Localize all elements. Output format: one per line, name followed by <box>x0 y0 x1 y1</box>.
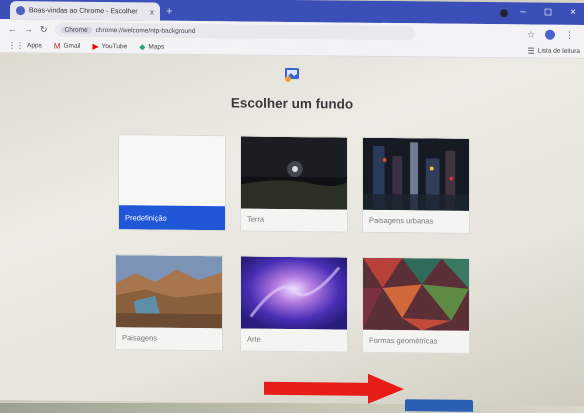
star-icon[interactable]: ☆ <box>527 29 535 40</box>
bookmark-youtube[interactable]: ▶ YouTube <box>92 42 127 51</box>
option-label: Terra <box>247 214 265 224</box>
bookmark-apps[interactable]: ⋮⋮ Apps <box>8 41 42 50</box>
bookmark-gmail[interactable]: M Gmail <box>54 42 81 51</box>
page-title: Escolher um fundo <box>230 95 354 112</box>
welcome-page: Escolher um fundo Predefinição Terra Pai… <box>0 53 584 412</box>
maximize-button[interactable]: ◻ <box>544 7 552 18</box>
reading-list[interactable]: ☰ Lista de leitura <box>528 46 580 56</box>
background-option-geometric[interactable]: Formas geométricas <box>362 256 470 354</box>
bookmark-label: Apps <box>27 42 42 50</box>
toolbar-right: ☆ ⋮ <box>527 29 574 40</box>
option-label: Formas geométricas <box>369 335 438 346</box>
option-label: Arte <box>247 334 261 344</box>
landscape-thumbnail <box>116 255 222 329</box>
bookmark-label: Gmail <box>63 42 81 50</box>
geometric-thumbnail <box>363 257 469 331</box>
screen: Boas-vindas ao Chrome - Escolher x + – ◻… <box>0 0 584 412</box>
youtube-icon: ▶ <box>92 41 99 51</box>
bookmark-maps[interactable]: ◆ Maps <box>139 42 164 51</box>
gmail-icon: M <box>53 41 61 51</box>
site-chip: Chrome <box>60 26 92 34</box>
bookmark-label: Maps <box>148 43 165 51</box>
back-icon[interactable]: ← <box>8 24 17 34</box>
default-thumbnail <box>119 135 225 209</box>
earth-thumbnail <box>241 136 347 210</box>
bookmark-label: YouTube <box>101 43 128 51</box>
option-label: Predefinição <box>119 205 225 231</box>
profile-indicator-icon <box>500 9 508 18</box>
forward-icon[interactable]: → <box>24 24 33 34</box>
background-option-earth[interactable]: Terra <box>240 135 348 233</box>
menu-icon[interactable]: ⋮ <box>565 29 574 40</box>
red-arrow-annotation <box>264 373 404 404</box>
cityscape-thumbnail <box>363 137 469 211</box>
reload-icon[interactable]: ↻ <box>40 24 48 35</box>
maps-icon: ◆ <box>139 42 146 52</box>
reading-list-icon: ☰ <box>527 46 535 56</box>
new-tab-button[interactable]: + <box>166 6 172 18</box>
next-button[interactable] <box>405 399 473 412</box>
background-picker-icon <box>281 63 303 85</box>
minimize-button[interactable]: – <box>520 6 526 17</box>
option-label: Paisagens urbanas <box>369 215 434 226</box>
close-window-button[interactable]: × <box>570 7 576 18</box>
window-controls: – ◻ × <box>520 6 576 18</box>
apps-icon: ⋮⋮ <box>8 41 24 51</box>
background-option-cityscapes[interactable]: Paisagens urbanas <box>362 136 470 234</box>
background-option-default[interactable]: Predefinição <box>118 134 226 232</box>
art-thumbnail <box>241 256 347 330</box>
url-text: chrome://welcome/ntp-background <box>95 26 196 35</box>
option-label: Paisagens <box>122 333 158 343</box>
tab-welcome[interactable]: Boas-vindas ao Chrome - Escolher x <box>10 1 160 21</box>
address-bar[interactable]: Chrome chrome://welcome/ntp-background <box>54 22 415 41</box>
avatar[interactable] <box>545 29 555 40</box>
tab-title: Boas-vindas ao Chrome - Escolher <box>29 6 138 15</box>
close-tab-icon[interactable]: x <box>150 7 154 16</box>
chrome-icon <box>16 5 25 15</box>
background-option-art[interactable]: Arte <box>240 255 348 353</box>
background-option-landscapes[interactable]: Paisagens <box>115 254 223 352</box>
reading-list-label: Lista de leitura <box>537 47 580 56</box>
